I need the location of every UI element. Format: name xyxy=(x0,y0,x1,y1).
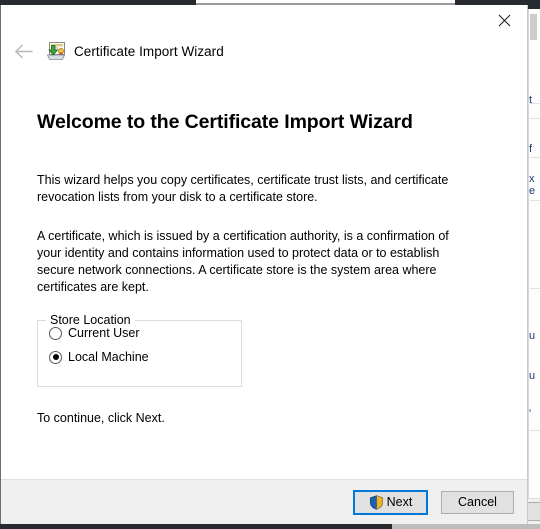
background-taskbar-light xyxy=(392,524,540,529)
background-row-divider xyxy=(528,200,540,201)
back-arrow-icon xyxy=(14,44,33,58)
background-row-divider xyxy=(528,288,540,289)
background-window-right xyxy=(528,9,540,498)
background-text-fragment: e xyxy=(529,185,536,197)
radio-local-machine-indicator[interactable] xyxy=(49,350,62,364)
background-text-fragment: f xyxy=(529,143,533,155)
certificate-import-wizard-window: Certificate Import Wizard Welcome to the… xyxy=(0,5,528,524)
background-text-fragment: u xyxy=(529,370,536,382)
uac-shield-icon xyxy=(369,494,384,510)
back-button[interactable] xyxy=(1,38,45,64)
radio-local-machine[interactable]: Local Machine xyxy=(38,345,241,369)
wizard-footer: Next Cancel xyxy=(1,479,527,524)
cancel-button[interactable]: Cancel xyxy=(441,490,514,514)
background-text-fragment: x xyxy=(529,173,535,185)
background-text-fragment: ' xyxy=(529,408,532,420)
store-location-legend: Store Location xyxy=(46,313,135,327)
radio-current-user-label: Current User xyxy=(68,326,140,340)
store-location-group: Store Location Current User Local Machin… xyxy=(37,313,242,387)
intro-paragraph-1: This wizard helps you copy certificates,… xyxy=(37,173,449,204)
radio-local-machine-label: Local Machine xyxy=(68,350,149,364)
next-button[interactable]: Next xyxy=(353,489,428,515)
background-scrollbar[interactable] xyxy=(530,14,537,40)
screen: t f x e u u ' el xyxy=(0,0,540,529)
next-button-label: Next xyxy=(386,495,413,509)
background-text-fragment: t xyxy=(529,94,533,106)
certificate-import-icon xyxy=(45,40,67,62)
continue-hint: To continue, click Next. xyxy=(37,411,165,425)
background-row-divider xyxy=(528,118,540,119)
close-icon xyxy=(498,14,511,26)
page-title: Welcome to the Certificate Import Wizard xyxy=(37,111,413,133)
radio-current-user-indicator[interactable] xyxy=(49,326,62,340)
background-row-divider xyxy=(528,430,540,431)
wizard-body: Welcome to the Certificate Import Wizard… xyxy=(1,67,527,466)
background-taskbar xyxy=(0,524,392,529)
close-button[interactable] xyxy=(482,5,527,35)
title-bar: Certificate Import Wizard xyxy=(1,5,527,67)
window-title: Certificate Import Wizard xyxy=(74,43,224,59)
window-nav-row: Certificate Import Wizard xyxy=(1,38,224,64)
background-row-divider xyxy=(528,157,540,158)
intro-paragraph-2: A certificate, which is issued by a cert… xyxy=(37,229,449,294)
background-text-fragment: u xyxy=(529,330,536,342)
cancel-button-label: Cancel xyxy=(458,495,497,509)
